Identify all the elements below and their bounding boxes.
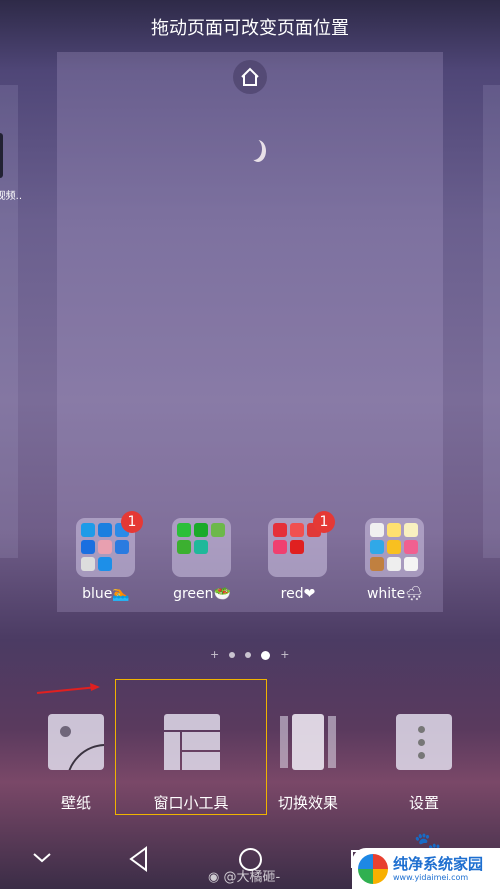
transition-icon [280,714,336,770]
folder-icon [172,518,231,577]
left-page-preview[interactable]: 视频.. [0,85,22,558]
app-icon [404,557,418,571]
app-icon [370,557,384,571]
folder-1[interactable]: green🥗 [172,518,231,602]
option-wallpaper[interactable]: 壁纸 [16,714,136,813]
page-dot[interactable] [245,652,252,658]
app-icon [98,557,112,571]
app-icon [81,523,95,537]
app-icon [211,523,225,537]
app-icon [81,540,95,554]
home-icon [241,67,259,86]
site-name: 纯净系统家园 [393,855,484,873]
set-home-button[interactable] [233,60,267,94]
app-icon [370,523,384,537]
app-icon [194,540,208,554]
weibo-watermark: ◉ @大橘砸- [208,866,280,885]
option-label: 切换效果 [277,794,338,812]
moon-decoration [246,138,262,160]
app-label: 视频.. [0,191,22,202]
page-indicator: + + [210,649,290,660]
folder-2[interactable]: 1 red❤ [268,511,335,602]
wallpaper-icon [48,714,104,770]
app-icon [81,557,95,571]
folder-3[interactable]: white🌨 [365,518,424,602]
page-dot[interactable]: + [210,649,219,660]
more-vertical-icon [396,714,452,770]
app-icon [273,523,287,537]
app-icon [290,540,304,554]
site-logo-icon [358,853,388,884]
widgets-icon [164,714,220,770]
option-settings[interactable]: 设置 [364,714,484,813]
notification-badge: 1 [121,511,143,533]
folder-label: blue🏊 [82,586,130,602]
folder-label: red❤ [280,586,316,602]
folder-0[interactable]: 1 blue🏊 [76,511,143,602]
app-icon [98,523,112,537]
option-widgets[interactable]: 窗口小工具 [131,714,251,813]
app-icon [387,523,401,537]
red-arrow-annotation [36,683,100,694]
weibo-handle: @大橘砸- [223,870,281,885]
app-icon [98,540,112,554]
app-icon [177,540,191,554]
app-icon [115,540,129,554]
page-dot[interactable] [229,652,236,658]
app-icon [370,540,384,554]
hint-title: 拖动页面可改变页面位置 [151,18,349,39]
app-icon [404,540,418,554]
weibo-icon: ◉ [208,870,220,885]
notification-badge: 1 [313,511,335,533]
folder-label: green🥗 [173,586,231,602]
hide-nav-chevron-icon[interactable] [32,852,52,864]
page-dot[interactable] [261,650,271,660]
app-icon [177,523,191,537]
app-icon [290,523,304,537]
app-icon [387,557,401,571]
site-url: www.yidaimei.com [393,873,469,882]
option-transition-effects[interactable]: 切换效果 [248,714,368,813]
app-icon [194,523,208,537]
right-page-preview[interactable] [483,85,500,558]
option-label: 窗口小工具 [153,794,229,812]
app-icon [0,133,3,178]
option-label: 壁纸 [60,794,91,812]
app-icon [404,523,418,537]
app-icon [273,540,287,554]
app-icon [387,540,401,554]
back-button-icon[interactable] [128,846,150,872]
site-watermark: 纯净系统家园 www.yidaimei.com [352,848,500,889]
option-label: 设置 [408,794,439,812]
page-dot[interactable]: + [280,649,289,660]
folder-icon [365,518,424,577]
folder-label: white🌨 [366,586,424,602]
